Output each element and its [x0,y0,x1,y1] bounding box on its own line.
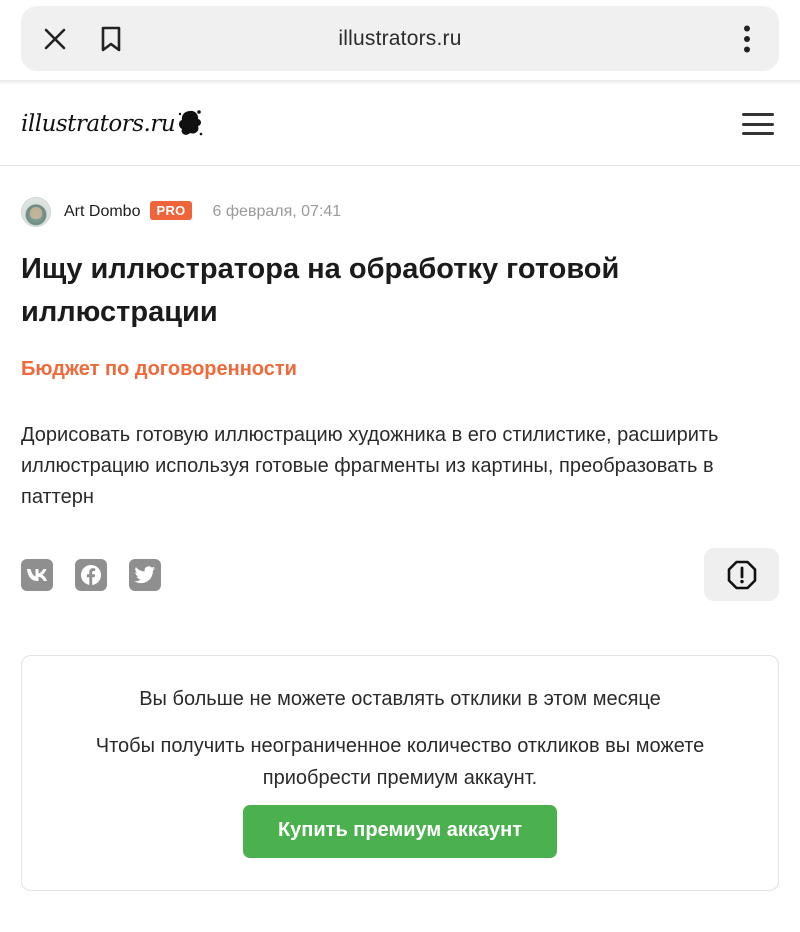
notice-text: Чтобы получить неограниченное количество… [95,735,705,789]
facebook-icon[interactable] [75,559,107,591]
post-date: 6 февраля, 07:41 [212,203,342,220]
author-name[interactable]: Art Dombo [64,203,140,221]
alert-icon [727,560,756,589]
avatar[interactable] [21,197,51,227]
buy-premium-button[interactable]: Купить премиум аккаунт [243,805,557,858]
response-limit-notice: Вы больше не можете оставлять отклики в … [21,655,779,891]
share-buttons [21,559,161,591]
twitter-icon[interactable] [129,559,161,591]
site-header: illustrators.ru [0,85,800,166]
more-vert-icon[interactable] [723,6,771,71]
hamburger-menu-icon[interactable] [742,110,774,138]
logo-text: illustrators.ru [21,111,176,137]
page-title: Ищу иллюстратора на обработку готовой ил… [21,253,620,328]
browser-toolbar: illustrators.ru [0,0,800,82]
author-row: Art Dombo PRO 6 февраля, 07:41 [21,197,341,227]
post-description: Дорисовать готовую иллюстрацию художника… [21,424,719,508]
address-bar[interactable]: illustrators.ru [21,6,779,71]
hamburger-line [742,132,774,135]
url-text[interactable]: illustrators.ru [21,6,779,71]
ink-blot-icon [178,110,203,136]
budget-label: Бюджет по договоренности [21,358,297,380]
hamburger-line [742,122,774,126]
report-button[interactable] [704,548,779,601]
hamburger-line [742,113,774,116]
pro-badge: PRO [150,200,192,220]
notice-title: Вы больше не можете оставлять отклики в … [139,688,661,710]
site-logo[interactable]: illustrators.ru [21,102,203,146]
vk-icon[interactable] [21,559,53,591]
